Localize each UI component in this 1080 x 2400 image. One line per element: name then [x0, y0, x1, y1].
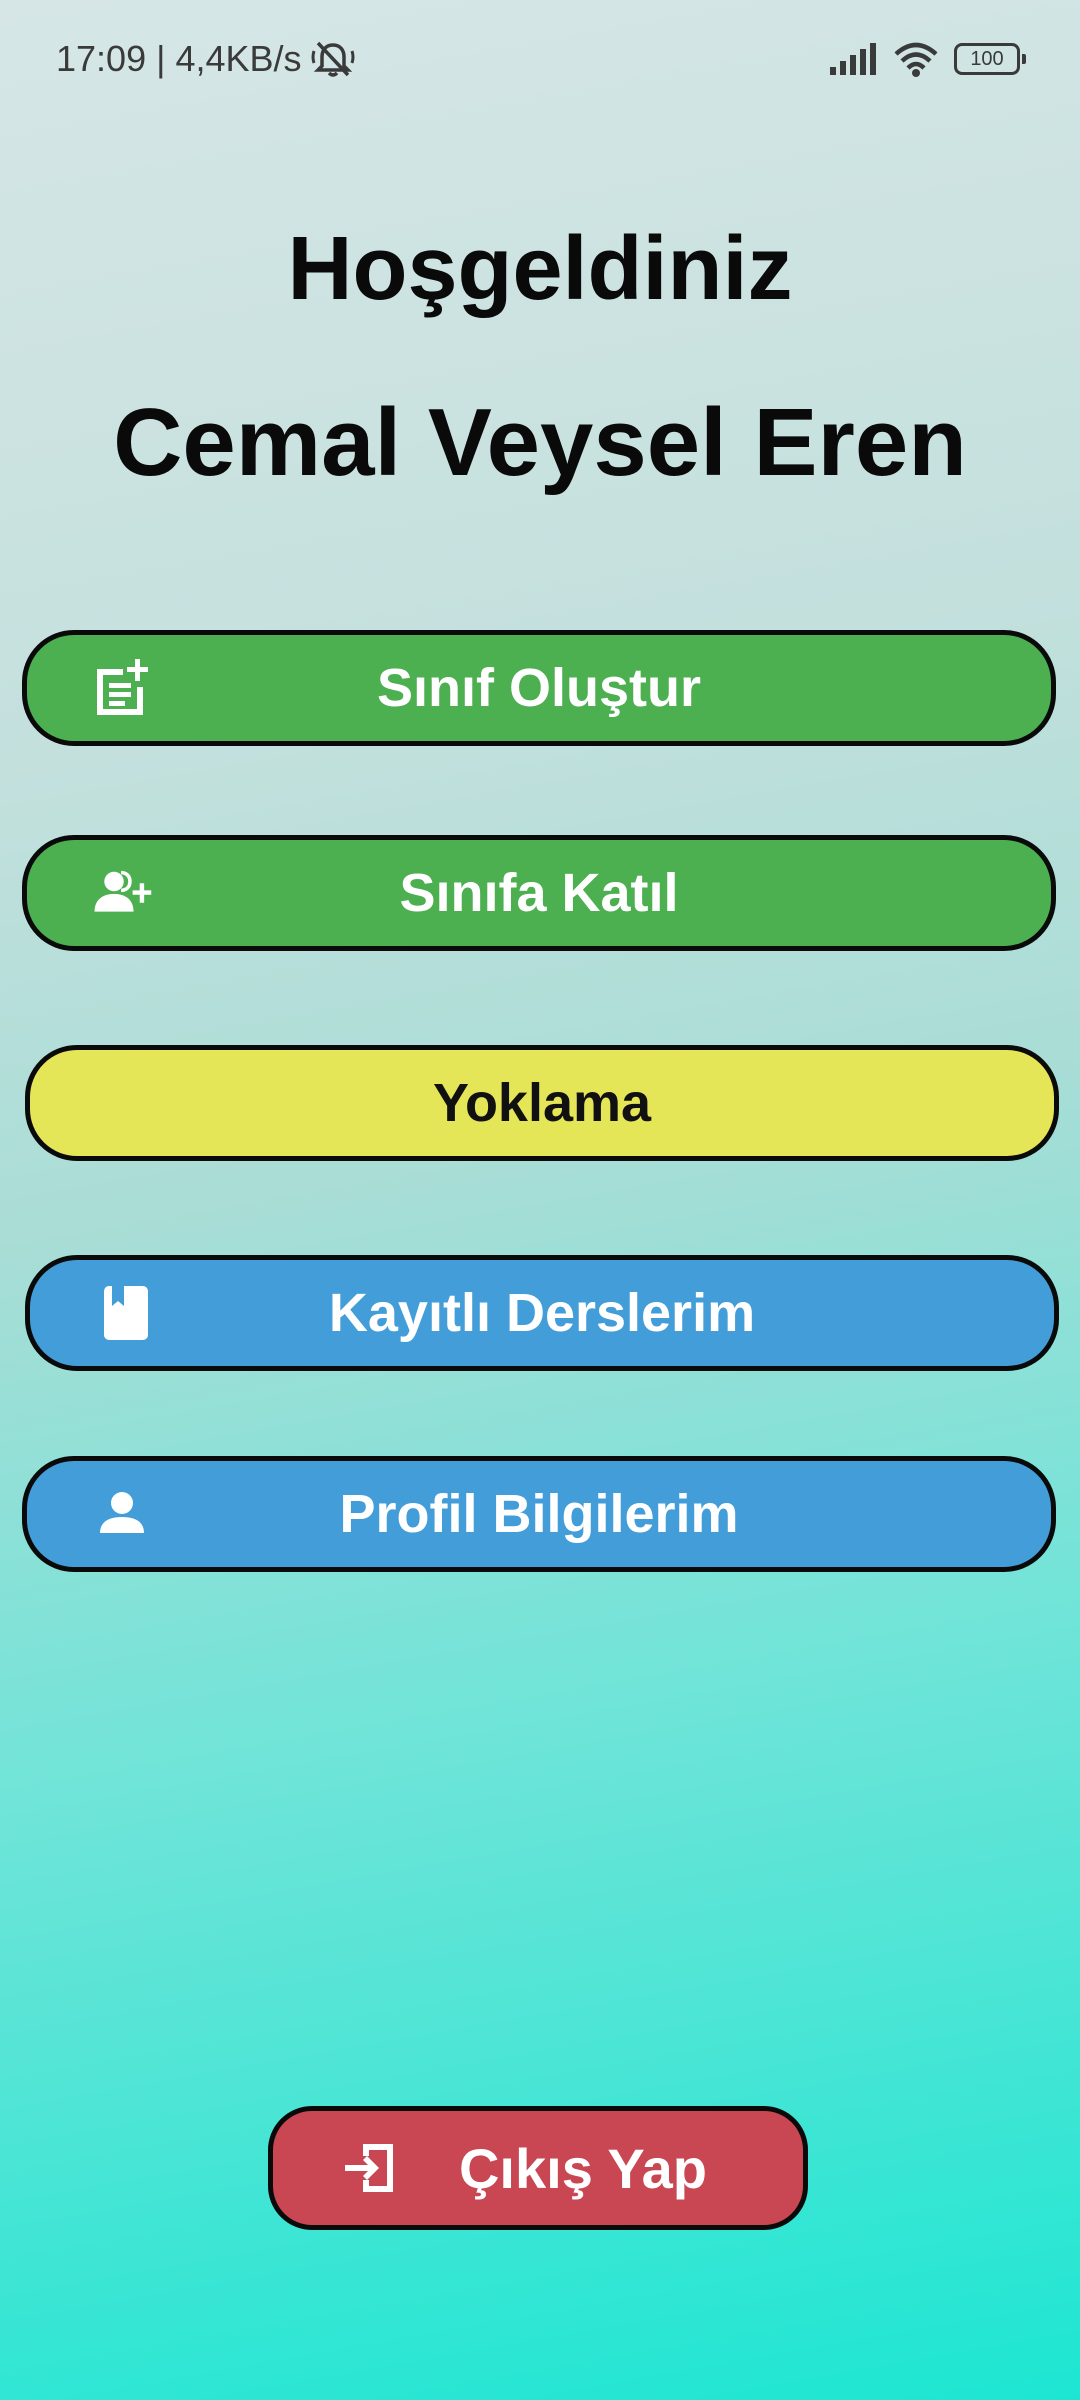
create-class-label: Sınıf Oluştur — [377, 658, 701, 718]
status-left: 17:09 | 4,4KB/s — [56, 38, 356, 80]
attendance-button[interactable]: Yoklama — [25, 1045, 1059, 1161]
welcome-title: Hoşgeldiniz — [287, 219, 793, 319]
my-courses-button[interactable]: Kayıtlı Derslerim — [25, 1255, 1059, 1371]
logout-button[interactable]: Çıkış Yap — [268, 2106, 808, 2230]
person-icon — [100, 1492, 144, 1533]
my-profile-label: Profil Bilgilerim — [339, 1484, 739, 1544]
battery-icon: 100 — [954, 43, 1026, 75]
join-class-button[interactable]: Sınıfa Katıl — [22, 835, 1056, 951]
bell-off-icon — [311, 41, 355, 77]
join-class-label: Sınıfa Katıl — [399, 863, 679, 923]
status-right: 100 — [828, 40, 1026, 78]
note-add-icon — [97, 659, 148, 715]
status-bar: 17:09 | 4,4KB/s 100 — [0, 0, 1080, 120]
create-class-button[interactable]: Sınıf Oluştur — [22, 630, 1056, 746]
bookmark-book-icon — [104, 1286, 148, 1340]
status-time-speed: 17:09 | 4,4KB/s — [56, 38, 302, 79]
signal-icon — [830, 43, 876, 75]
my-profile-button[interactable]: Profil Bilgilerim — [22, 1456, 1056, 1572]
wifi-icon — [894, 42, 938, 77]
logout-icon — [345, 2144, 393, 2192]
person-add-icon — [94, 870, 152, 912]
my-courses-label: Kayıtlı Derslerim — [328, 1283, 756, 1343]
battery-level: 100 — [970, 48, 1004, 70]
attendance-label: Yoklama — [432, 1073, 652, 1133]
logout-label: Çıkış Yap — [458, 2136, 707, 2200]
user-name: Cemal Veysel Eren — [113, 389, 967, 496]
